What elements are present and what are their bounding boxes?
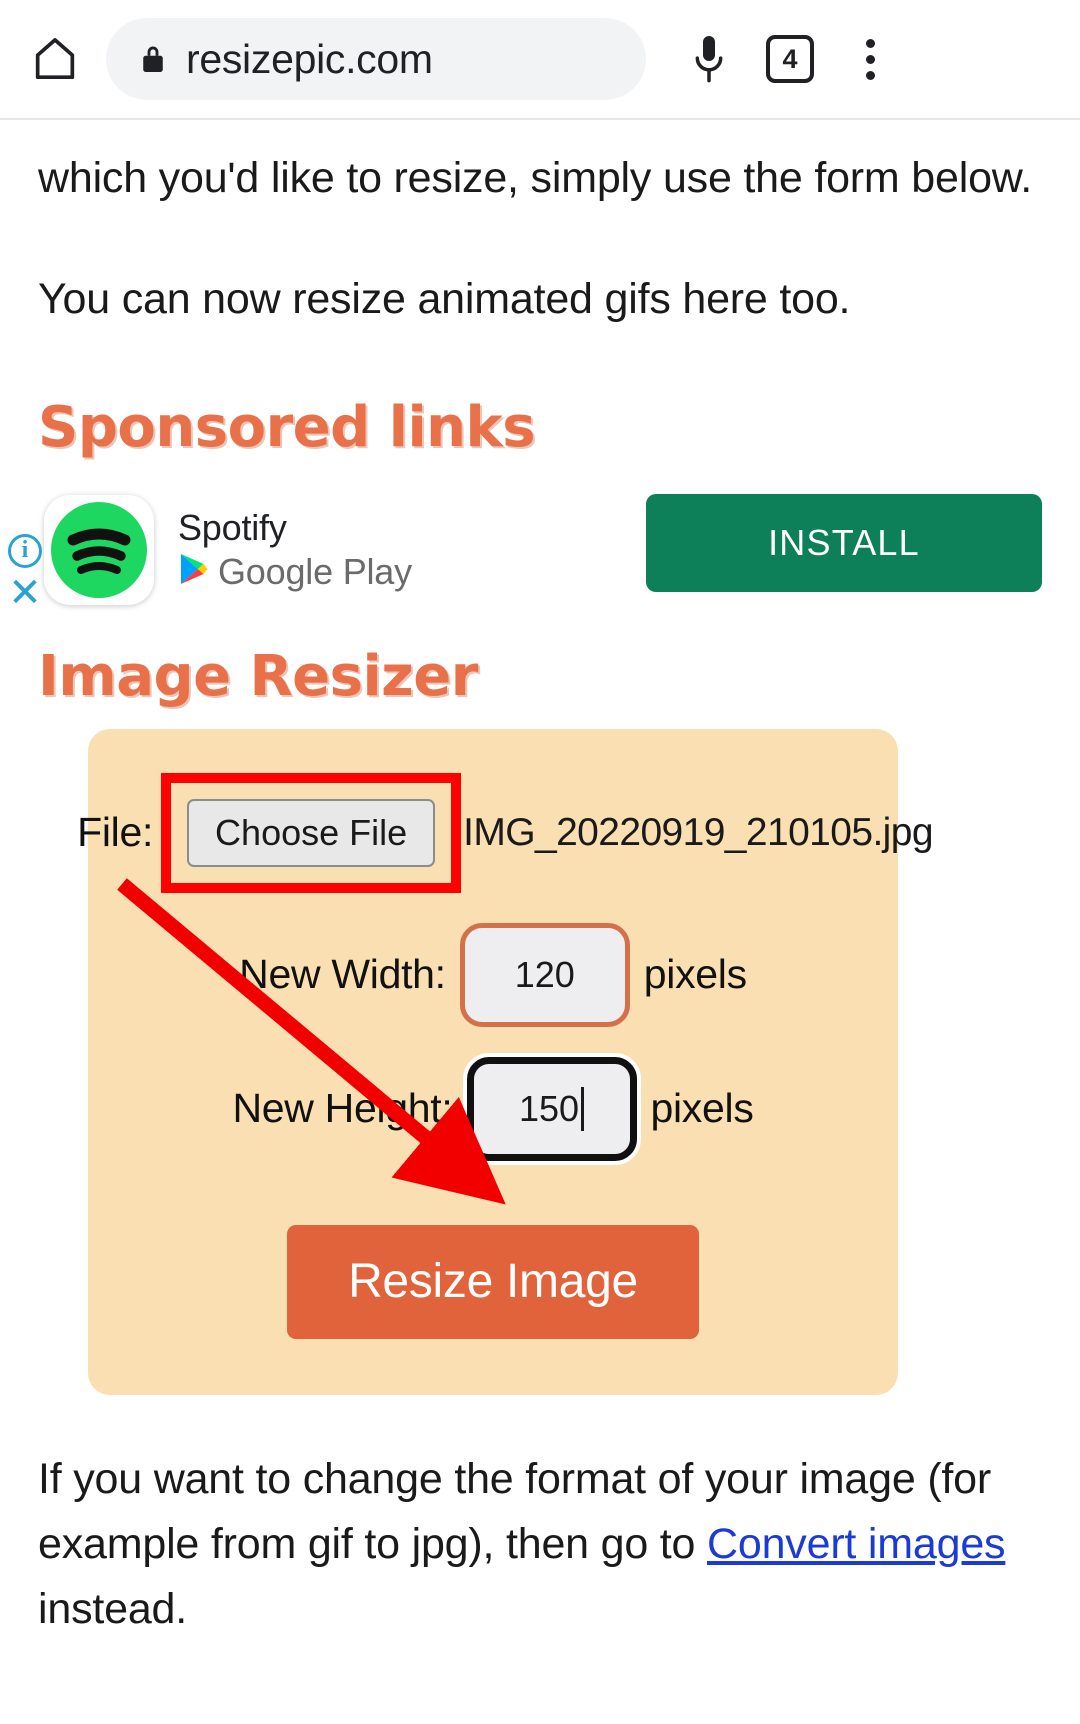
lock-icon	[140, 43, 166, 75]
page-content: which you'd like to resize, simply use t…	[0, 146, 1080, 1643]
ad-store-name: Google Play	[218, 550, 412, 592]
home-icon[interactable]	[26, 30, 84, 88]
intro-paragraph: which you'd like to resize, simply use t…	[38, 154, 1033, 202]
info-icon-glyph: i	[21, 537, 29, 564]
install-button[interactable]: INSTALL	[646, 493, 1042, 592]
new-height-label: New Height:	[232, 1085, 453, 1132]
ad-app-name: Spotify	[178, 506, 287, 548]
tab-counter-button[interactable]: 4	[766, 35, 814, 83]
close-icon[interactable]: ✕	[8, 570, 42, 615]
spotify-logo-icon[interactable]	[44, 494, 154, 605]
new-width-row: New Width: 120 pixels	[88, 922, 898, 1027]
new-width-input[interactable]: 120	[459, 922, 630, 1027]
ad-badges: i ✕	[8, 533, 42, 615]
file-label: File:	[77, 809, 154, 856]
new-width-value: 120	[514, 953, 575, 995]
url-bar[interactable]: resizepic.com	[106, 18, 646, 100]
tab-count-label: 4	[782, 43, 798, 74]
footer-text-after: instead.	[38, 1585, 188, 1634]
new-height-row: New Height: 150 pixels	[88, 1056, 898, 1161]
image-resizer-heading: Image Resizer	[38, 643, 478, 709]
sponsored-links-heading: Sponsored links	[38, 394, 536, 460]
new-height-input[interactable]: 150	[466, 1056, 637, 1161]
url-text: resizepic.com	[186, 35, 433, 82]
browser-actions: 4	[686, 31, 892, 87]
sponsored-ad[interactable]: i ✕ Spotify Google Play INSTALL	[8, 486, 1042, 614]
text-caret	[581, 1086, 585, 1131]
convert-images-link[interactable]: Convert images	[707, 1520, 1006, 1568]
info-icon[interactable]: i	[8, 533, 42, 568]
menu-dot	[865, 70, 875, 80]
file-row: File: Choose File IMG_20220919_210105.jp…	[77, 772, 934, 893]
ad-text-block: Spotify Google Play	[178, 507, 412, 593]
choose-file-button[interactable]: Choose File	[187, 798, 436, 867]
selected-file-name: IMG_20220919_210105.jpg	[463, 810, 933, 854]
browser-toolbar: resizepic.com 4	[0, 0, 1080, 120]
gifs-paragraph: You can now resize animated gifs here to…	[38, 275, 851, 324]
resize-image-button[interactable]: Resize Image	[287, 1224, 699, 1339]
ad-store-row: Google Play	[178, 551, 412, 593]
close-icon-glyph: ✕	[8, 570, 42, 615]
footer-paragraph: If you want to change the format of your…	[38, 1447, 1042, 1643]
new-width-unit: pixels	[643, 951, 747, 998]
choose-file-highlight: Choose File	[161, 772, 462, 893]
new-height-unit: pixels	[650, 1085, 754, 1132]
new-height-value: 150	[518, 1087, 580, 1129]
microphone-icon[interactable]	[686, 31, 732, 87]
spotify-circle	[51, 501, 147, 598]
menu-dot	[865, 38, 875, 48]
three-dot-menu-icon[interactable]	[848, 31, 892, 87]
image-resizer-form: File: Choose File IMG_20220919_210105.jp…	[77, 728, 934, 1395]
new-width-label: New Width:	[239, 951, 446, 998]
menu-dot	[865, 54, 875, 64]
google-play-icon	[178, 552, 208, 591]
